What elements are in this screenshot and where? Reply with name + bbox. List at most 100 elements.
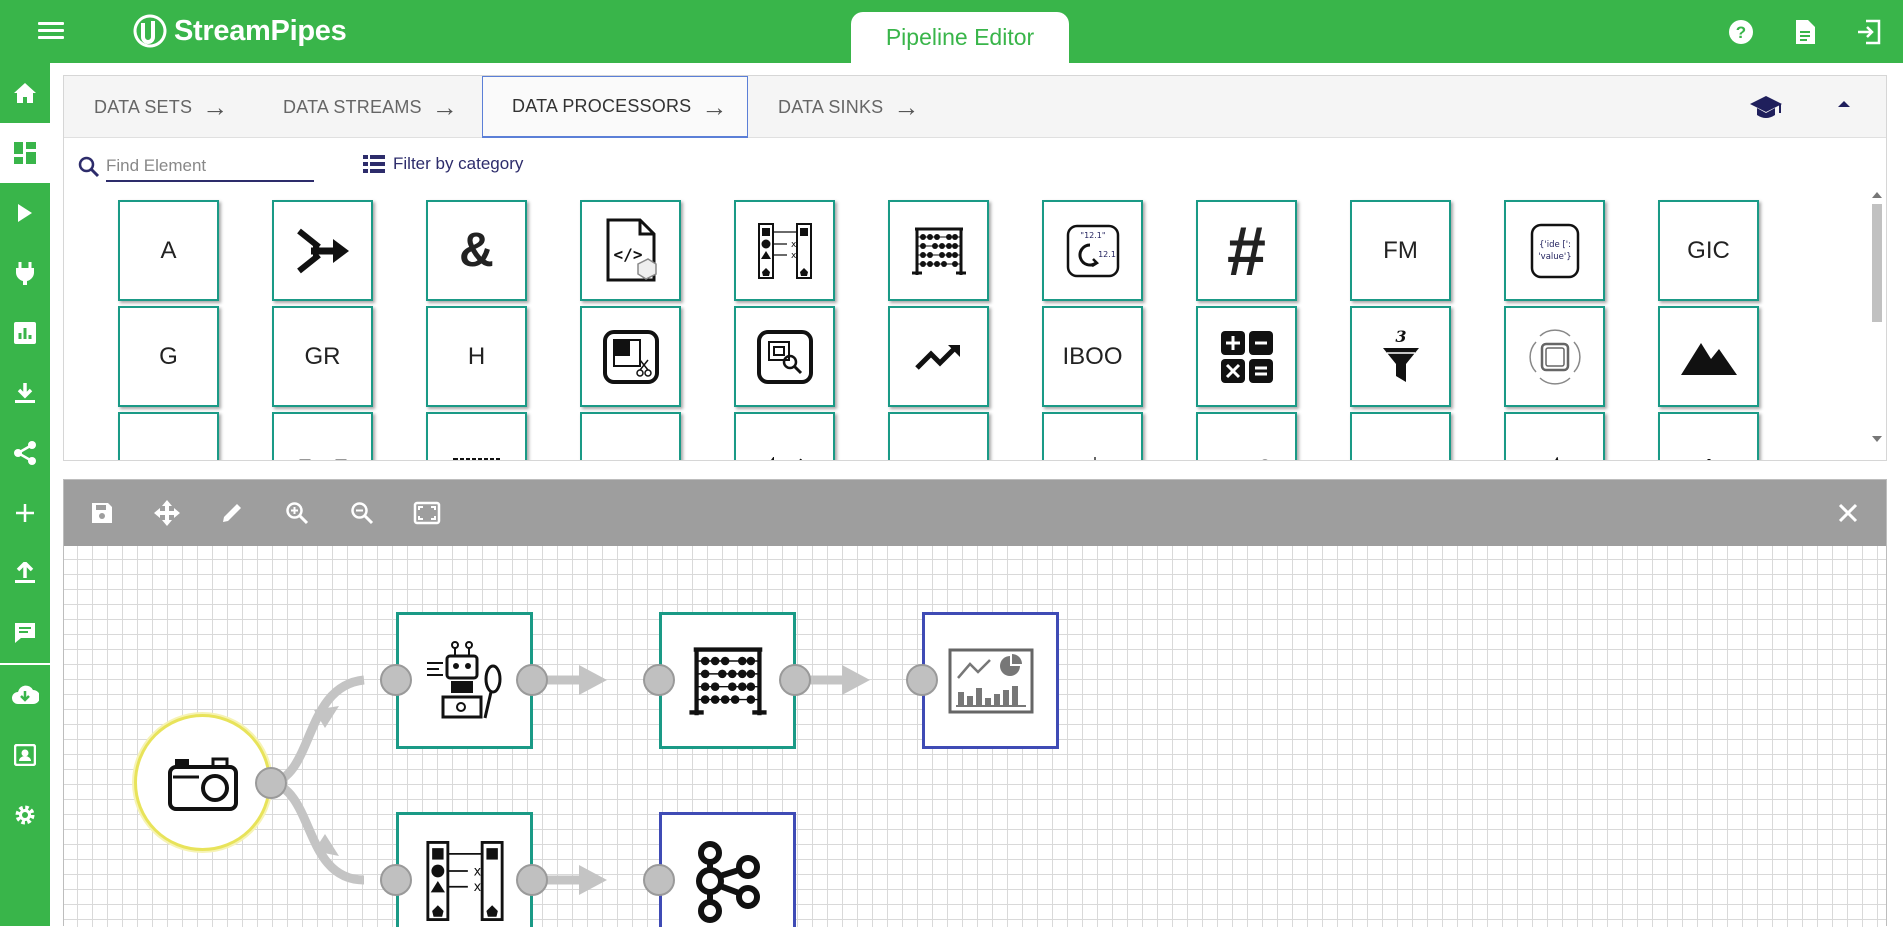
sidebar-item-add[interactable] (0, 483, 50, 543)
processor-tile-trend[interactable] (888, 306, 989, 407)
tile-label: & (459, 224, 494, 277)
processor-tile-number-format[interactable]: "12.1" 12.1 (1042, 200, 1143, 301)
processor-grid: A & </> xx "12.1" 12.1 # FM {'ide [': 'val… (64, 190, 1864, 460)
sidebar-item-download[interactable] (0, 665, 50, 725)
pipeline-canvas[interactable]: xx (64, 546, 1886, 927)
pipeline-node-camera-source[interactable] (134, 714, 271, 851)
input-port[interactable] (643, 664, 675, 696)
processor-tile-top-filter[interactable]: 3 (1350, 306, 1451, 407)
abacus-icon (911, 227, 966, 275)
processor-tile[interactable] (1350, 412, 1451, 460)
processor-tile-gr[interactable]: GR (272, 306, 373, 407)
output-port[interactable] (516, 864, 548, 896)
menu-icon[interactable] (36, 18, 66, 44)
tab-data-sets[interactable]: DATA SETS → (94, 76, 228, 138)
processor-tile-code[interactable]: </> (580, 200, 681, 301)
processor-tile[interactable] (1658, 412, 1759, 460)
processor-tile-h[interactable]: H (426, 306, 527, 407)
tab-data-processors[interactable]: DATA PROCESSORS → (482, 76, 748, 138)
processor-tile[interactable] (272, 412, 373, 460)
processor-tile-and[interactable]: & (426, 200, 527, 301)
pipeline-node-field-mapper-processor[interactable]: xx (396, 812, 533, 927)
processor-tile[interactable] (734, 412, 835, 460)
tutorial-icon[interactable] (1749, 94, 1783, 122)
processor-tile-image-cropper[interactable] (580, 306, 681, 407)
pipeline-node-dashboard-sink[interactable] (922, 612, 1059, 749)
input-port[interactable] (643, 864, 675, 896)
processor-tile-hash[interactable]: # (1196, 200, 1297, 301)
code-file-icon: </> (606, 218, 657, 281)
processor-tile-iboo[interactable]: IBOO (1042, 306, 1143, 407)
help-icon[interactable]: ? (1721, 14, 1761, 50)
sidebar-item-pipelines[interactable] (0, 183, 50, 243)
tab-pipeline-editor[interactable]: Pipeline Editor (851, 12, 1069, 64)
pipeline-node-kafka-sink[interactable] (659, 812, 796, 927)
processor-tile-merge[interactable] (272, 200, 373, 301)
processor-tile-gic[interactable]: GIC (1658, 200, 1759, 301)
processor-tile-fm[interactable]: FM (1350, 200, 1451, 301)
zoom-out-icon (351, 502, 374, 525)
zoom-out-button[interactable] (346, 497, 378, 529)
tile-label: A (160, 236, 177, 264)
edit-button[interactable] (216, 497, 248, 529)
sidebar-item-home[interactable] (0, 63, 50, 123)
processor-tile[interactable] (118, 412, 219, 460)
input-port[interactable] (380, 864, 412, 896)
pipeline-node-robot-processor[interactable] (396, 612, 533, 749)
palette-scrollbar[interactable] (1870, 190, 1884, 444)
processor-tile-g[interactable]: G (118, 306, 219, 407)
arrow-icon (579, 865, 607, 895)
output-port[interactable] (255, 767, 287, 799)
input-port[interactable] (906, 664, 938, 696)
sidebar-item-share[interactable] (0, 423, 50, 483)
tab-label: DATA SETS (94, 96, 193, 117)
sidebar-item-settings[interactable] (0, 785, 50, 845)
search-input[interactable] (106, 152, 314, 182)
processor-tile-vibration[interactable] (1504, 306, 1605, 407)
sidebar-item-connect[interactable] (0, 243, 50, 303)
scroll-down-icon[interactable] (1872, 436, 1882, 442)
pan-button[interactable] (151, 497, 183, 529)
processor-tile[interactable] (426, 412, 527, 460)
processor-tile-peak[interactable] (1658, 306, 1759, 407)
pipeline-node-abacus-processor[interactable] (659, 612, 796, 749)
account-icon (14, 744, 36, 766)
sidebar-item-account[interactable] (0, 725, 50, 785)
fit-to-screen-button[interactable] (411, 497, 443, 529)
data-explorer-icon (14, 322, 36, 344)
app-logo[interactable]: StreamPipes (132, 12, 347, 50)
zoom-in-button[interactable] (281, 497, 313, 529)
processor-tile[interactable] (1504, 412, 1605, 460)
tab-data-streams[interactable]: DATA STREAMS → (283, 76, 458, 138)
sidebar-item-dashboard[interactable] (0, 123, 50, 183)
collapse-icon[interactable] (1837, 96, 1861, 116)
processor-tile-abacus[interactable] (888, 200, 989, 301)
processor-tile[interactable] (888, 412, 989, 460)
scroll-up-icon[interactable] (1872, 192, 1882, 198)
tab-data-sinks[interactable]: DATA SINKS → (778, 76, 920, 138)
processor-tile-calculator[interactable] (1196, 306, 1297, 407)
documentation-icon[interactable] (1785, 14, 1825, 50)
processor-tile[interactable] (1042, 412, 1143, 460)
sidebar-item-install[interactable] (0, 363, 50, 423)
processor-tile-image-enricher[interactable] (734, 306, 835, 407)
sidebar-item-upload[interactable] (0, 543, 50, 603)
filter-by-category-button[interactable]: Filter by category (363, 154, 523, 174)
output-port[interactable] (516, 664, 548, 696)
processor-tile-field-mapper[interactable]: xx (734, 200, 835, 301)
processor-tile[interactable] (1196, 412, 1297, 460)
close-editor-button[interactable] (1832, 497, 1864, 529)
save-pipeline-button[interactable] (86, 497, 118, 529)
output-port[interactable] (779, 664, 811, 696)
abacus-icon (688, 646, 767, 715)
processor-tile-a[interactable]: A (118, 200, 219, 301)
sidebar-item-data-explorer[interactable] (0, 303, 50, 363)
processor-tile-json[interactable]: {'ide [': 'value'} (1504, 200, 1605, 301)
input-port[interactable] (380, 664, 412, 696)
sidebar-item-notifications[interactable] (0, 603, 50, 663)
tile-label: FM (1383, 236, 1418, 264)
sidebar (0, 63, 50, 926)
scroll-thumb[interactable] (1872, 204, 1882, 322)
logout-icon[interactable] (1849, 14, 1889, 50)
processor-tile[interactable] (580, 412, 681, 460)
